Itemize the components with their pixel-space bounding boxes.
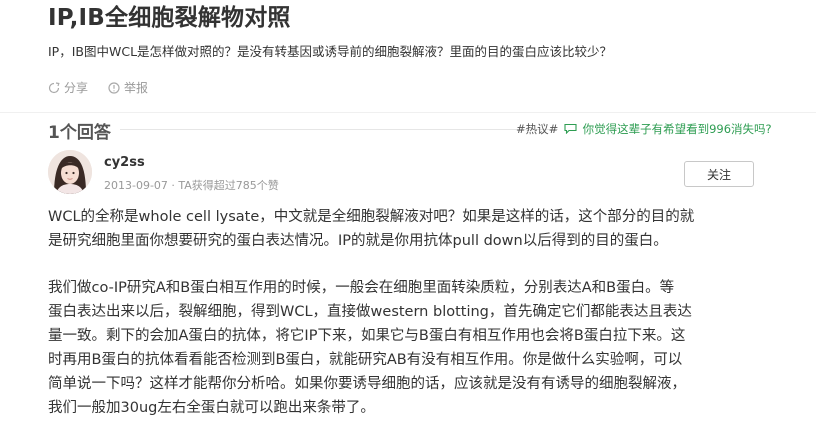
report-button[interactable]: 举报 bbox=[108, 79, 148, 96]
avatar-image bbox=[48, 150, 92, 194]
question-actions: 分享 举报 bbox=[48, 79, 168, 96]
hot-topic: #热议# 你觉得这辈子有希望看到996消失吗? bbox=[516, 121, 772, 137]
question-title: IP,IB全细胞裂解物对照 bbox=[48, 5, 291, 31]
hot-topic-tag: #热议# bbox=[516, 122, 559, 136]
answer-line: 蛋白表达出来以后，裂解细胞，得到WCL，直接做western blotting，… bbox=[48, 304, 692, 320]
follow-button[interactable]: 关注 bbox=[684, 161, 754, 187]
share-label: 分享 bbox=[64, 81, 89, 95]
answer-line: 是研究细胞里面你想要研究的蛋白表达情况。IP的就是你用抗体pull down以后… bbox=[48, 233, 668, 249]
author-name[interactable]: cy2ss bbox=[104, 155, 145, 170]
share-button[interactable]: 分享 bbox=[48, 79, 88, 96]
report-label: 举报 bbox=[124, 81, 149, 95]
answer-line: 我们做co-IP研究A和B蛋白相互作用的时候，一般会在细胞里面转染质粒，分别表达… bbox=[48, 280, 675, 296]
answer-line: 量一致。剩下的会加A蛋白的抗体，将它IP下来，如果它与B蛋白有相互作用也会将B蛋… bbox=[48, 328, 686, 344]
author-meta: 2013-09-07 · TA获得超过785个赞 bbox=[104, 179, 279, 192]
report-icon bbox=[108, 81, 120, 94]
answer-line: 时再用B蛋白的抗体看看能否检测到B蛋白，就能研究AB有没有相互作用。你是做什么实… bbox=[48, 352, 683, 368]
question-description: IP，IB图中WCL是怎样做对照的？是没有转基因或诱导前的细胞裂解液？里面的目的… bbox=[48, 44, 613, 59]
answer-paragraph-2: 我们做co-IP研究A和B蛋白相互作用的时候，一般会在细胞里面转染质粒，分别表达… bbox=[48, 276, 760, 420]
hot-topic-icon bbox=[564, 123, 577, 135]
hot-topic-link[interactable]: 你觉得这辈子有希望看到996消失吗? bbox=[583, 122, 772, 136]
share-icon bbox=[48, 81, 60, 93]
answer-line: WCL的全称是whole cell lysate，中文就是全细胞裂解液对吧？如果… bbox=[48, 209, 695, 225]
answer-line: 我们一般加30ug左右全蛋白就可以跑出来条带了。 bbox=[48, 400, 375, 416]
section-divider bbox=[0, 112, 816, 113]
answer-count-rule bbox=[120, 129, 558, 130]
answer-paragraph-1: WCL的全称是whole cell lysate，中文就是全细胞裂解液对吧？如果… bbox=[48, 205, 760, 253]
answer-count: 1个回答 bbox=[48, 123, 111, 143]
answer-line: 简单说一下吗？这样才能帮你分析哈。如果你要诱导细胞的话，应该就是没有有诱导的细胞… bbox=[48, 376, 686, 392]
avatar[interactable] bbox=[48, 150, 92, 194]
